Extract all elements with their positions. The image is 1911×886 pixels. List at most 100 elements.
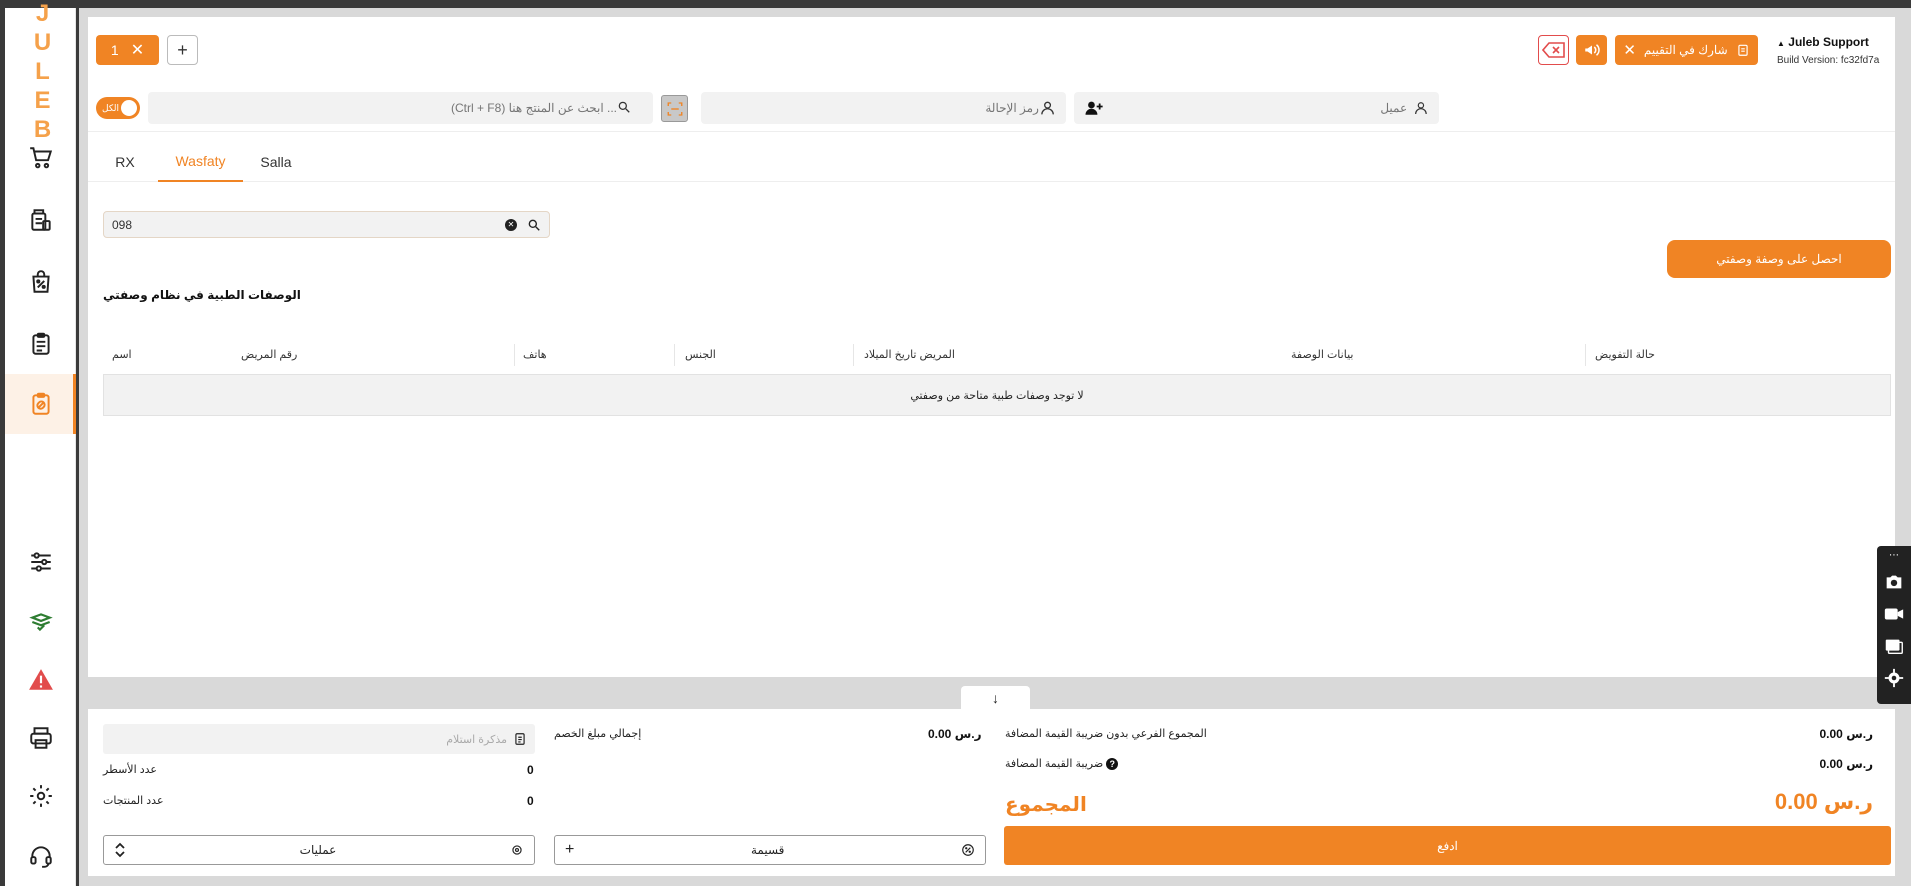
pay-button[interactable]: ادفع	[1004, 826, 1891, 865]
vat-label-wrap: ضريبة القيمة المضافة ?	[1005, 757, 1119, 770]
user-info[interactable]: ▲ Juleb Support Build Version: fc32fd7a	[1777, 35, 1895, 75]
clipboard-icon	[1737, 44, 1748, 56]
add-user-icon[interactable]	[1084, 98, 1103, 118]
get-wasfaty-prescription-button[interactable]: احصل على وصفة وصفتي	[1667, 240, 1891, 278]
discount-label: إجمالي مبلغ الخصم	[554, 728, 642, 740]
tab-wasfaty[interactable]: Wasfaty	[158, 142, 243, 182]
search-icon[interactable]	[527, 218, 541, 232]
operations-select[interactable]: عمليات	[103, 835, 535, 865]
discount-bag-icon	[31, 270, 50, 293]
vat-value: ر.س 0.00	[1819, 757, 1874, 771]
total-value: ر.س 0.00	[1774, 789, 1873, 814]
subtotal-label: المجموع الفرعي بدون ضريبة القيمة المضافة	[1005, 728, 1207, 740]
product-search[interactable]	[148, 92, 653, 124]
caret-up-icon: ▲	[1777, 39, 1785, 48]
close-icon[interactable]: ✕	[1623, 41, 1636, 59]
close-icon[interactable]: ✕	[131, 40, 144, 60]
all-toggle[interactable]: الكل	[96, 97, 140, 119]
sidebar: JULEB	[5, 0, 76, 886]
tab-count: 1	[110, 42, 119, 58]
rows-value: 0	[527, 763, 534, 777]
clipboard-list-icon	[31, 332, 50, 355]
total-label: المجموع	[1005, 794, 1087, 816]
nav-products[interactable]	[5, 190, 76, 250]
subtotal-value: ر.س 0.00	[1819, 727, 1874, 741]
operations-label: عمليات	[299, 843, 337, 857]
search-icon	[617, 100, 631, 117]
discount-value: ر.س 0.00	[928, 727, 982, 741]
product-search-input[interactable]	[160, 101, 617, 115]
col-phone: هاتف	[523, 349, 547, 361]
referral-search[interactable]	[701, 92, 1066, 124]
summary-panel: مذكرة استلام عدد الأسطر 0 عدد المنتجات 0…	[88, 709, 1895, 876]
windows-icon[interactable]	[1883, 635, 1905, 657]
sliders-icon	[30, 552, 51, 572]
collapse-summary-button[interactable]: ↓	[961, 686, 1030, 709]
toggle-label: الكل	[102, 102, 120, 113]
rows-label: عدد الأسطر	[103, 764, 157, 776]
nav-alerts[interactable]	[5, 650, 76, 710]
gear-icon[interactable]	[1883, 667, 1905, 689]
prescription-search[interactable]: 098 ✕	[103, 211, 550, 238]
clear-circle-icon[interactable]: ✕	[505, 218, 517, 231]
referral-code-input[interactable]	[711, 101, 1039, 115]
nav-stock[interactable]	[5, 592, 76, 652]
headset-icon	[29, 846, 52, 868]
nav-orders[interactable]	[5, 314, 76, 374]
nav-offers[interactable]	[5, 252, 76, 312]
add-tab-button[interactable]: +	[167, 35, 198, 65]
discount-icon	[962, 844, 974, 856]
col-birthdate: المريض تاريخ الميلاد	[864, 349, 955, 361]
warning-icon	[28, 669, 53, 690]
printer-icon	[29, 727, 52, 749]
megaphone-icon	[1584, 44, 1600, 56]
chevron-updown-icon	[115, 842, 125, 858]
prescription-search-value[interactable]: 098	[112, 218, 505, 232]
customer-search[interactable]	[1074, 92, 1439, 124]
col-name: اسم	[112, 349, 132, 361]
nav-support[interactable]	[5, 826, 76, 886]
col-patient-number: رقم المريض	[241, 349, 298, 361]
clear-cart-button[interactable]	[1538, 35, 1569, 65]
tab-rx[interactable]: RX	[102, 142, 148, 182]
stack-check-icon	[28, 613, 53, 632]
build-version: Build Version: fc32fd7a	[1777, 55, 1880, 66]
share-feedback-button[interactable]: ✕ شارك في التقييم	[1615, 35, 1758, 65]
toggle-knob	[121, 100, 137, 116]
products-label: عدد المنتجات	[103, 795, 164, 807]
customer-input[interactable]	[1103, 101, 1408, 115]
more-icon[interactable]: ⋯	[1889, 550, 1899, 561]
nav-print[interactable]	[5, 708, 76, 768]
products-value: 0	[527, 794, 534, 808]
open-tab-counter[interactable]: 1 ✕	[96, 35, 159, 65]
share-label: شارك في التقييم	[1643, 43, 1728, 57]
user-icon	[1415, 102, 1427, 115]
section-title: الوصفات الطبية في نظام وصفتي	[103, 288, 301, 302]
col-gender: الجنس	[685, 349, 716, 361]
nav-settings-sliders[interactable]	[5, 532, 76, 592]
nav-cart[interactable]	[5, 128, 76, 188]
nav-prescriptions[interactable]	[5, 374, 76, 434]
announcements-button[interactable]	[1576, 35, 1607, 65]
receipt-note[interactable]: مذكرة استلام	[103, 724, 535, 754]
header-row: 1 ✕ + ✕ شارك في التقييم ▲ Juleb Support …	[88, 17, 1895, 132]
gear-icon	[29, 785, 52, 807]
voucher-select[interactable]: + قسيمة	[554, 835, 986, 865]
recording-toolbar: ⋯	[1877, 546, 1911, 704]
cart-icon	[29, 147, 52, 169]
barcode-scan-button[interactable]	[661, 95, 688, 122]
support-name: Juleb Support	[1788, 35, 1869, 49]
main-panel: 1 ✕ + ✕ شارك في التقييم ▲ Juleb Support …	[88, 17, 1895, 677]
nav-settings[interactable]	[5, 766, 76, 826]
empty-state: لا توجد وصفات طبية متاحة من وصفتي	[103, 374, 1891, 416]
camera-icon[interactable]	[1883, 571, 1905, 593]
add-voucher-button[interactable]: +	[565, 841, 574, 859]
help-icon[interactable]: ?	[1106, 758, 1119, 770]
col-prescription-data: بيانات الوصفة	[1291, 349, 1354, 361]
tab-salla[interactable]: Salla	[248, 142, 304, 182]
video-icon[interactable]	[1883, 603, 1905, 625]
medicine-bottle-icon	[30, 209, 51, 231]
prescription-clipboard-icon	[31, 392, 50, 415]
voucher-label: قسيمة	[750, 843, 785, 857]
col-authorization-status: حالة التفويض	[1595, 349, 1655, 361]
